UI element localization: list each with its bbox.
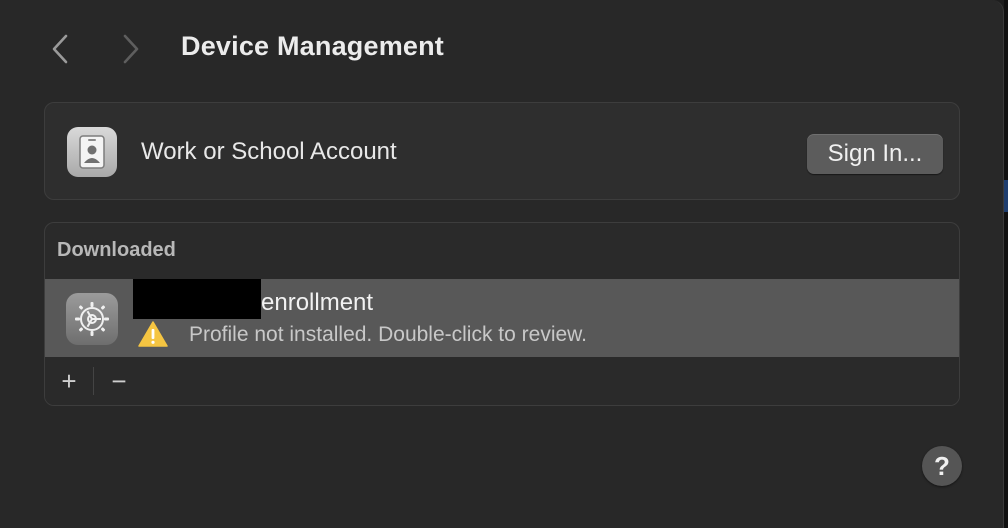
account-label: Work or School Account	[141, 138, 397, 165]
section-header: Downloaded	[57, 239, 176, 261]
profile-row[interactable]: enrollment Profile not installed. Double…	[45, 279, 959, 357]
add-profile-button[interactable]: +	[54, 366, 84, 396]
page-title: Device Management	[181, 31, 444, 61]
gear-icon	[66, 293, 118, 345]
warning-icon	[138, 321, 168, 347]
chevron-left-icon	[52, 34, 68, 64]
background-highlight	[1004, 180, 1008, 212]
list-footer: + −	[45, 357, 959, 405]
profile-name: enrollment	[261, 289, 374, 316]
help-button[interactable]: ?	[922, 446, 962, 486]
work-school-account-card: Work or School Account Sign In...	[44, 102, 960, 200]
remove-profile-button[interactable]: −	[104, 366, 134, 396]
back-button[interactable]	[46, 30, 74, 68]
id-badge-icon	[67, 127, 117, 177]
settings-window: Device Management Work or School Account…	[0, 0, 1004, 528]
profile-status: Profile not installed. Double-click to r…	[189, 323, 588, 346]
background-window-edge	[1004, 0, 1008, 528]
redacted-name	[133, 279, 261, 319]
footer-divider	[93, 367, 94, 395]
chevron-right-icon	[123, 34, 139, 64]
sign-in-button[interactable]: Sign In...	[807, 134, 943, 174]
forward-button[interactable]	[117, 30, 145, 68]
downloaded-profiles-list: Downloaded enrollment Profile not instal…	[44, 222, 960, 406]
